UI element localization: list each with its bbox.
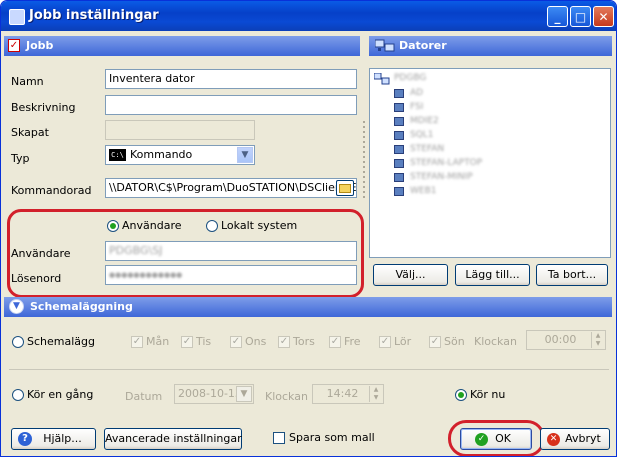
date-label: Datum	[125, 390, 163, 403]
day-checkbox-mon[interactable]: ✓	[131, 336, 143, 348]
splitter-handle[interactable]	[363, 121, 365, 201]
command-prompt-icon: C:\	[109, 149, 126, 161]
title-bar[interactable]: Jobb inställningar _ □ ✕	[1, 1, 616, 31]
command-input[interactable]: \\DATOR\C$\Program\DuoSTATION\DSClient.E…	[105, 178, 357, 198]
tree-item[interactable]: STEFAN-MINIP	[410, 172, 473, 182]
tree-item[interactable]: MDIE2	[410, 116, 439, 126]
day-label-sat: Lör	[394, 335, 412, 348]
schedule-divider	[9, 369, 609, 370]
date-value: 2008-10-13	[178, 387, 242, 400]
spinner-icon[interactable]: ▲ ▼	[591, 332, 604, 348]
created-field	[105, 120, 255, 140]
computer-icon	[394, 89, 404, 98]
help-button[interactable]: ? Hjälp...	[11, 428, 96, 450]
save-template-checkbox[interactable]	[273, 432, 285, 444]
network-computers-icon	[375, 39, 395, 52]
app-icon	[9, 9, 25, 25]
highlight-oval-account	[7, 209, 364, 298]
computers-panel-header: Datorer	[369, 36, 612, 56]
day-checkbox-wed[interactable]: ✓	[230, 336, 242, 348]
tree-item[interactable]: AD	[410, 88, 423, 98]
name-input[interactable]: Inventera dator	[105, 69, 357, 89]
day-checkbox-fri[interactable]: ✓	[329, 336, 341, 348]
close-button[interactable]: ✕	[593, 6, 614, 27]
schedule-time-label: Klockan	[474, 335, 517, 348]
tree-item[interactable]: STEFAN-LAPTOP	[410, 158, 482, 168]
day-checkbox-thu[interactable]: ✓	[278, 336, 290, 348]
name-label: Namn	[11, 75, 44, 88]
remove-button[interactable]: Ta bort...	[536, 264, 608, 286]
tree-group[interactable]: PDGBG	[394, 73, 426, 83]
domain-icon	[374, 73, 390, 85]
type-select[interactable]: C:\ Kommando ▼	[105, 145, 255, 165]
tree-item[interactable]: SQL1	[410, 130, 434, 140]
computer-icon	[394, 159, 404, 168]
chevron-down-icon[interactable]: ▼	[237, 147, 253, 163]
run-now-radio-label: Kör nu	[470, 388, 506, 401]
tree-item[interactable]: WEB1	[410, 186, 437, 196]
computer-icon	[394, 173, 404, 182]
type-label: Typ	[11, 152, 30, 165]
day-checkbox-sun[interactable]: ✓	[429, 336, 441, 348]
job-settings-window: Jobb inställningar _ □ ✕ ✓ Jobb Datorer …	[0, 0, 617, 457]
run-once-radio[interactable]	[12, 389, 24, 401]
cancel-button[interactable]: ✕ Avbryt	[540, 428, 610, 450]
schedule-header-label: Schemaläggning	[30, 300, 133, 313]
computer-icon	[394, 103, 404, 112]
schedule-time-input[interactable]: 00:00 ▲ ▼	[526, 330, 606, 350]
computers-tree[interactable]: PDGBG AD FSI MDIE2 SQL1 STEFAN STEFAN-LA…	[369, 68, 611, 258]
jobb-header-label: Jobb	[26, 39, 54, 52]
day-label-wed: Ons	[245, 335, 267, 348]
date-picker[interactable]: 2008-10-13 ▼	[174, 384, 254, 404]
chevron-down-icon[interactable]: ▼	[236, 386, 252, 402]
computer-icon	[394, 145, 404, 154]
day-label-mon: Mån	[146, 335, 170, 348]
once-time-input[interactable]: 14:42 ▲ ▼	[312, 384, 384, 404]
run-now-radio[interactable]	[455, 389, 467, 401]
computers-header-label: Datorer	[399, 39, 447, 52]
day-checkbox-sat[interactable]: ✓	[379, 336, 391, 348]
window-title: Jobb inställningar	[29, 8, 159, 23]
minimize-button[interactable]: _	[547, 6, 568, 27]
once-time-value: 14:42	[326, 387, 359, 400]
choose-button[interactable]: Välj...	[373, 264, 448, 286]
maximize-button[interactable]: □	[570, 6, 591, 27]
tree-item[interactable]: STEFAN	[410, 144, 444, 154]
schedule-radio-label: Schemalägg	[27, 335, 95, 348]
description-label: Beskrivning	[11, 101, 76, 114]
type-value: Kommando	[130, 148, 193, 161]
cancel-button-label: Avbryt	[565, 432, 601, 445]
advanced-settings-button[interactable]: Avancerade inställningar	[104, 428, 242, 450]
checklist-icon: ✓	[8, 39, 20, 52]
schedule-time-value: 00:00	[544, 333, 577, 346]
once-time-label: Klockan	[265, 390, 308, 403]
jobb-panel-header: ✓ Jobb	[4, 36, 360, 56]
help-button-label: Hjälp...	[43, 432, 82, 445]
computer-icon	[394, 117, 404, 126]
description-input[interactable]	[105, 95, 357, 115]
day-label-tue: Tis	[196, 335, 212, 348]
day-label-thu: Tors	[293, 335, 315, 348]
day-label-sun: Sön	[444, 335, 465, 348]
command-label: Kommandorad	[11, 184, 92, 197]
spinner-icon[interactable]: ▲ ▼	[369, 386, 382, 402]
add-button[interactable]: Lägg till...	[455, 264, 530, 286]
created-label: Skapat	[11, 126, 49, 139]
day-checkbox-tue[interactable]: ✓	[181, 336, 193, 348]
cancel-x-icon: ✕	[547, 433, 560, 446]
schedule-radio[interactable]	[12, 336, 24, 348]
run-once-radio-label: Kör en gång	[27, 388, 94, 401]
day-label-fri: Fre	[344, 335, 361, 348]
folder-icon	[339, 184, 351, 193]
tree-item[interactable]: FSI	[410, 102, 423, 112]
highlight-oval-ok	[448, 420, 545, 456]
schedule-panel-header[interactable]: ▼ Schemaläggning	[4, 297, 612, 317]
save-template-label: Spara som mall	[289, 431, 375, 444]
collapse-chevron-icon[interactable]: ▼	[9, 299, 24, 314]
browse-button[interactable]	[336, 180, 354, 196]
computer-icon	[394, 131, 404, 140]
help-icon: ?	[18, 432, 32, 446]
computer-icon	[394, 187, 404, 196]
